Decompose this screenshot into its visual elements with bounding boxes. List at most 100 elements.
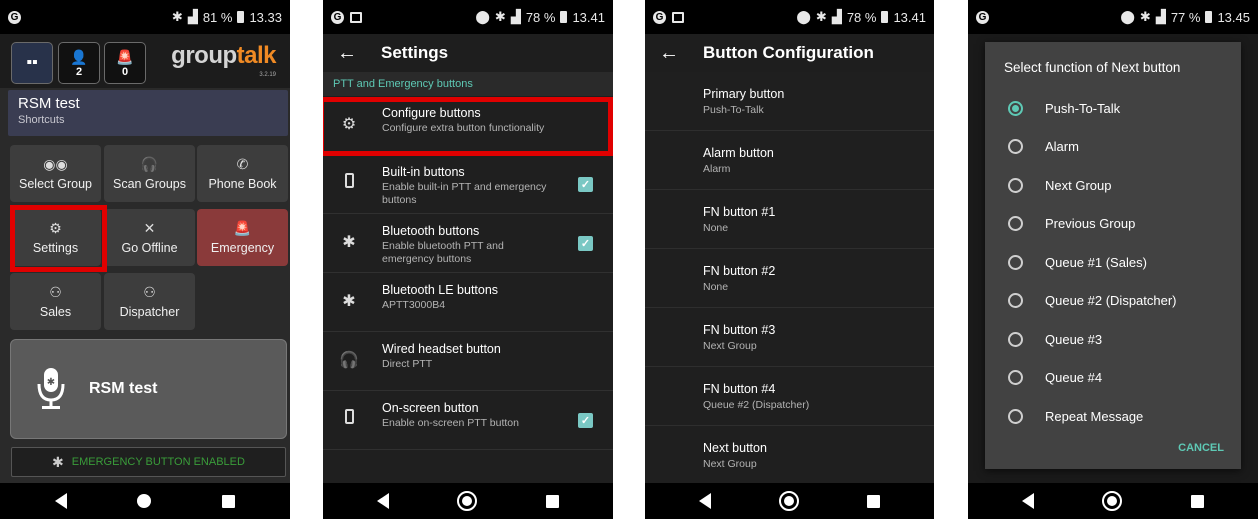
back-icon[interactable] <box>1022 493 1035 509</box>
primary-button-row[interactable]: Primary button Push-To-Talk <box>645 72 934 131</box>
bluetooth-icon: ✱ <box>342 293 356 310</box>
dispatcher-group-button[interactable]: ⚇ Dispatcher <box>104 273 195 330</box>
section-header: PTT and Emergency buttons <box>323 72 613 96</box>
app-version: 3.2.19 <box>259 72 276 78</box>
radio-icon[interactable] <box>1008 370 1023 386</box>
phone-device-icon <box>339 173 359 193</box>
grouptalk-logo: grouptalk <box>171 42 276 69</box>
home-icon[interactable] <box>137 494 152 508</box>
app-bar: ← Settings <box>323 34 613 72</box>
google-icon: G <box>653 10 666 24</box>
clock: 13.45 <box>1217 9 1250 25</box>
signal-icon: ▟ <box>510 9 521 24</box>
bluetooth-icon: ✱ <box>342 234 356 251</box>
back-icon[interactable] <box>55 493 68 509</box>
gear-icon: ⚙ <box>341 116 357 133</box>
nav-bar <box>0 483 290 519</box>
alarms-button[interactable]: 🚨 0 <box>104 42 146 84</box>
settings-button[interactable]: ⚙ Settings <box>10 209 101 266</box>
battery-percent: 78 % <box>525 9 556 25</box>
option-queue-2[interactable]: Queue #2 (Dispatcher) <box>985 282 1241 321</box>
users-online-button[interactable]: 👤 2 <box>58 42 100 84</box>
radio-icon[interactable] <box>1008 408 1023 424</box>
select-group-button[interactable]: ◉◉ Select Group <box>10 145 101 202</box>
grid-menu-button[interactable]: ▪▪ <box>11 42 53 84</box>
bluetooth-buttons-row[interactable]: ✱ Bluetooth buttons Enable bluetooth PTT… <box>323 214 613 273</box>
fn-button-4-row[interactable]: FN button #4 Queue #2 (Dispatcher) <box>645 367 934 426</box>
go-offline-button[interactable]: ✕ Go Offline <box>104 209 195 266</box>
option-previous-group[interactable]: Previous Group <box>985 205 1241 244</box>
built-in-buttons-row[interactable]: Built-in buttons Enable built-in PTT and… <box>323 155 613 214</box>
scan-groups-button[interactable]: 🎧 Scan Groups <box>104 145 195 202</box>
radio-icon[interactable] <box>1008 177 1023 193</box>
bluetooth-status-icon: ✱ <box>1139 9 1151 24</box>
phone-book-button[interactable]: ✆ Phone Book <box>197 145 288 202</box>
radio-icon[interactable] <box>1008 139 1023 155</box>
cancel-button[interactable]: CANCEL <box>1178 442 1224 454</box>
radio-selected-icon[interactable] <box>1008 100 1023 116</box>
wired-headset-row[interactable]: 🎧 Wired headset button Direct PTT <box>323 332 613 391</box>
screen-button-configuration: G ⬤ ✱ ▟ 78 % 13.41 ← Button Configuratio… <box>645 0 934 519</box>
radio-icon[interactable] <box>1008 254 1023 270</box>
ptt-button[interactable]: ✱ RSM test <box>10 339 287 439</box>
group-call-icon: ⚇ <box>143 283 156 300</box>
fn-button-3-row[interactable]: FN button #3 Next Group <box>645 308 934 367</box>
alarm-icon: 🚨 <box>233 219 252 236</box>
fn-button-2-row[interactable]: FN button #2 None <box>645 249 934 308</box>
profile-bar[interactable]: RSM test Shortcuts <box>8 90 288 136</box>
home-icon[interactable] <box>457 491 478 511</box>
select-function-dialog: Select function of Next button Push-To-T… <box>985 42 1241 469</box>
back-arrow-icon[interactable]: ← <box>337 42 357 65</box>
screen-settings: G ⬤ ✱ ▟ 78 % 13.41 ← Settings PTT and Em… <box>323 0 613 519</box>
back-icon[interactable] <box>699 493 711 509</box>
phone-device-icon <box>339 409 359 429</box>
radio-icon[interactable] <box>1008 331 1023 347</box>
users-count: 2 <box>75 65 83 78</box>
recents-icon[interactable] <box>1190 494 1204 508</box>
built-in-buttons-checkbox[interactable]: ✓ <box>578 177 593 192</box>
option-next-group[interactable]: Next Group <box>985 166 1241 205</box>
app-header: ▪▪ 👤 2 🚨 0 grouptalk 3.2.19 <box>0 34 290 88</box>
option-queue-4[interactable]: Queue #4 <box>985 359 1241 398</box>
on-screen-button-checkbox[interactable]: ✓ <box>578 413 593 428</box>
configure-buttons-row[interactable]: ⚙ Configure buttons Configure extra butt… <box>323 96 613 155</box>
screen-select-function-dialog: G ⬤ ✱ ▟ 77 % 13.45 Select function of Ne… <box>968 0 1258 519</box>
home-icon[interactable] <box>779 491 799 511</box>
headphones-icon: 🎧 <box>339 352 359 369</box>
sales-group-button[interactable]: ⚇ Sales <box>10 273 101 330</box>
close-icon: ✕ <box>143 219 156 236</box>
battery-icon <box>237 11 245 23</box>
nav-bar <box>323 483 613 519</box>
option-alarm[interactable]: Alarm <box>985 128 1241 167</box>
recents-icon[interactable] <box>867 494 880 508</box>
back-arrow-icon[interactable]: ← <box>659 42 679 65</box>
radio-icon[interactable] <box>1008 216 1023 232</box>
option-queue-3[interactable]: Queue #3 <box>985 320 1241 359</box>
status-bar: G ⬤ ✱ ▟ 78 % 13.41 <box>645 0 934 34</box>
location-icon: ⬤ <box>1120 9 1135 24</box>
fn-button-1-row[interactable]: FN button #1 None <box>645 190 934 249</box>
svg-text:✱: ✱ <box>47 377 55 388</box>
status-bar: G ✱ ▟ 81 % 13.33 <box>0 0 290 34</box>
emergency-button[interactable]: 🚨 Emergency <box>197 209 288 266</box>
status-bar: G ⬤ ✱ ▟ 77 % 13.45 <box>968 0 1258 34</box>
phone-icon: ✆ <box>236 155 249 172</box>
bluetooth-le-buttons-row[interactable]: ✱ Bluetooth LE buttons APTT3000B4 <box>323 273 613 332</box>
nav-bar <box>645 483 934 519</box>
page-title: Settings <box>381 43 449 62</box>
back-icon[interactable] <box>377 493 390 509</box>
option-push-to-talk[interactable]: Push-To-Talk <box>985 89 1241 128</box>
location-icon: ⬤ <box>796 9 811 24</box>
battery-icon <box>1205 11 1213 23</box>
bluetooth-buttons-checkbox[interactable]: ✓ <box>578 236 593 251</box>
recents-icon[interactable] <box>221 494 235 508</box>
next-button-row[interactable]: Next button Next Group <box>645 426 934 485</box>
recents-icon[interactable] <box>545 494 559 508</box>
on-screen-button-row[interactable]: On-screen button Enable on-screen PTT bu… <box>323 391 613 450</box>
gear-icon: ⚙ <box>49 219 62 236</box>
option-repeat-message[interactable]: Repeat Message <box>985 397 1241 436</box>
option-queue-1[interactable]: Queue #1 (Sales) <box>985 243 1241 282</box>
radio-icon[interactable] <box>1008 293 1023 309</box>
home-icon[interactable] <box>1102 491 1123 511</box>
alarm-button-row[interactable]: Alarm button Alarm <box>645 131 934 190</box>
